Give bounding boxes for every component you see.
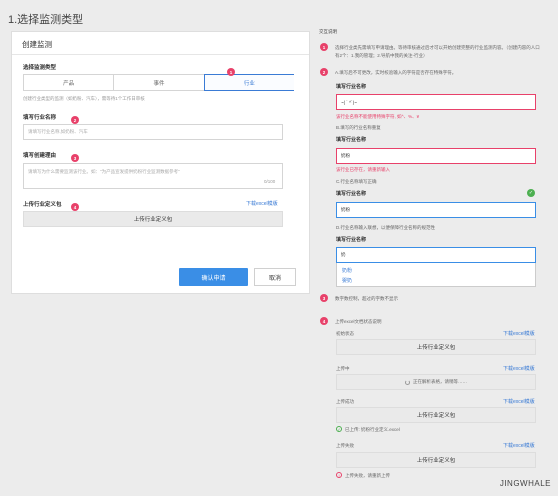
demo-d-input[interactable]: 奶 [336,247,536,263]
notes-title: 交互说明 [319,29,337,34]
suggestion-dropdown: 奶粉 婴奶 [336,263,536,287]
check-icon: ✓ [527,189,535,197]
badge-4: 4 [71,203,79,211]
segment-product[interactable]: 产品 [24,75,115,90]
confirm-button[interactable]: 确认申请 [179,268,248,286]
industry-name-input[interactable]: 请填写行业名称,如奶粉、汽车 [23,124,283,140]
demo-b-caption: B.填写的行业名称重复 [336,125,381,130]
demo-c-input[interactable]: 奶粉 [336,202,536,218]
fail-state-label: 上传失败 [336,443,354,448]
suggestion-item[interactable]: 婴奶 [342,277,352,284]
initial-state-label: 初始状态 [336,331,354,336]
note-badge-2: 2 [320,68,328,76]
demo-d-label: 填写行业名称 [336,237,367,243]
uploading-text: 正在解析表格，请稍等…… [413,379,467,384]
reason-label: 填写创建理由 [23,153,57,159]
note-3-text: 数字数控制，超过的字数不显示 [335,296,398,301]
badge-3: 3 [71,154,79,162]
reason-counter: 0/100 [264,179,276,184]
card-title: 创建监测 [22,40,52,49]
card-header: 创建监测 [12,32,309,55]
upload-definition-button[interactable]: 上传行业定义包 [23,211,283,227]
download-link-2[interactable]: 下载excel模版 [503,365,535,372]
error-icon: ! [336,472,342,478]
upload-button-success[interactable]: 上传行业定义包 [336,407,536,423]
success-message: 已上传: 奶粉行业定义.excel [345,427,400,432]
note-badge-1: 1 [320,43,328,51]
demo-c-caption: C.行业名称填写正确 [336,179,377,184]
demo-d-caption: D.行业名称输入联想，以便保障行业名称的规范性 [336,225,435,230]
fail-message: 上传失败，请重新上传 [345,473,390,478]
type-hint: 创建行业类型的监测（如奶粉、汽车），需等待1个工作日审核 [23,96,145,101]
type-label: 选择监测类型 [23,65,57,71]
demo-b-input[interactable]: 奶粉 [336,148,536,164]
upload-label: 上传行业定义包 [23,202,62,208]
upload-button-uploading[interactable]: 正在解析表格，请稍等…… [336,374,536,390]
type-segmented-control: 产品 事件 行业 [23,74,294,91]
note-badge-4: 4 [320,317,328,325]
segment-industry[interactable]: 行业 [203,74,294,91]
reason-textarea[interactable]: 请填写为什么需要监测该行业。如："为产品宣发提供奶粉行业监测数据参考" [23,163,283,189]
badge-2: 2 [71,116,79,124]
upload-button-fail[interactable]: 上传行业定义包 [336,452,536,468]
demo-a-error: 该行业名称不能使用特殊字符, 如^、%、¥ [336,114,420,119]
success-check-icon: ✓ [336,426,342,432]
uploading-state-label: 上传中 [336,366,350,371]
demo-b-error: 该行业已存在，请重新输入 [336,167,390,172]
download-link-1[interactable]: 下载excel模版 [503,330,535,337]
segment-event[interactable]: 事件 [114,75,205,90]
download-template-link[interactable]: 下载excel模版 [246,200,278,207]
demo-c-label: 填写行业名称 [336,191,367,197]
upload-button-initial[interactable]: 上传行业定义包 [336,339,536,355]
note-badge-3: 3 [320,294,328,302]
spinner-icon [405,379,410,385]
demo-a-label: 填写行业名称 [336,84,367,90]
watermark: JINGWHALE [499,479,551,488]
demo-b-label: 填写行业名称 [336,137,367,143]
download-link-4[interactable]: 下载excel模版 [503,442,535,449]
page-title: 1.选择监测类型 [8,14,84,26]
note-4-text: 上传excel文档状态说明 [335,319,382,324]
name-label: 填写行业名称 [23,115,57,121]
demo-a-input[interactable]: ~( ˙ ^˙)~ [336,94,536,110]
suggestion-item[interactable]: 奶粉 [342,267,352,274]
badge-1: 1 [227,68,235,76]
note-2-text: A.填写后不可更改，实时校验输入的字符是否存在特殊字符。 [335,70,457,75]
cancel-button[interactable]: 取消 [254,268,296,286]
success-state-label: 上传成功 [336,399,354,404]
note-1-text: 选择行业类先需填写申请理由。等待审核通过后才可以开始创建完整的行业监测内容。（创… [335,45,540,58]
download-link-3[interactable]: 下载excel模版 [503,398,535,405]
